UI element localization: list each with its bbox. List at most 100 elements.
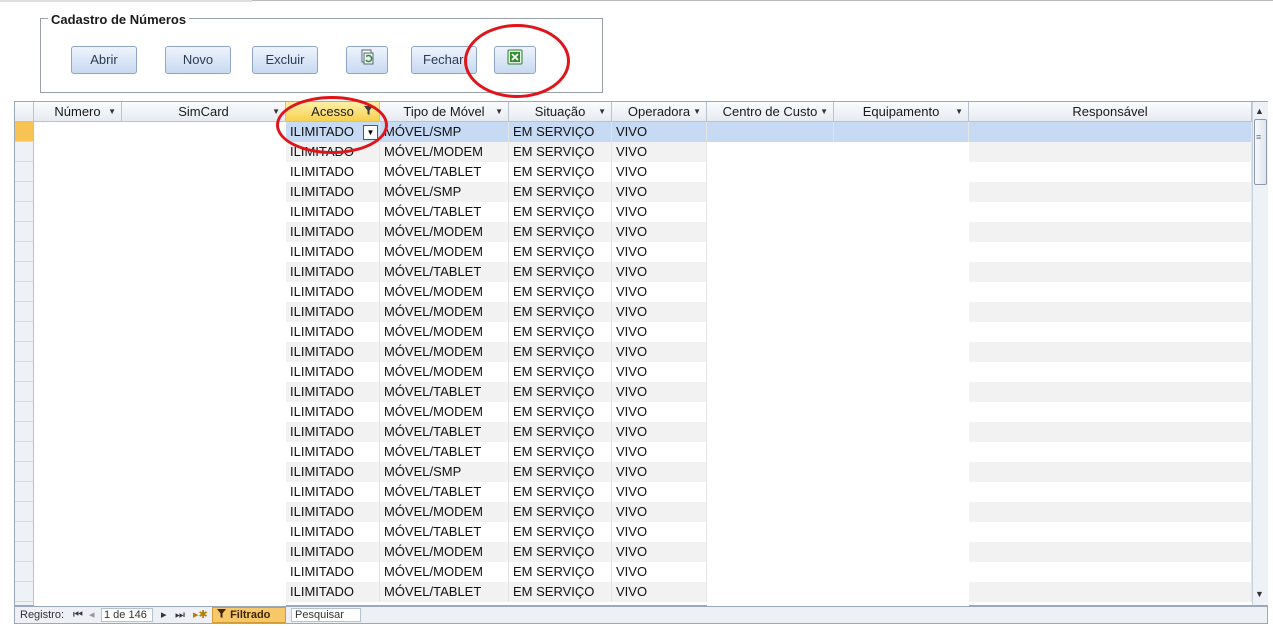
cell-responsavel[interactable] (969, 502, 1252, 522)
cell-responsavel[interactable] (969, 462, 1252, 482)
cell-tipo[interactable]: MÓVEL/TABLET (380, 422, 509, 442)
cell-tipo[interactable]: MÓVEL/MODEM (380, 502, 509, 522)
cell-acesso[interactable]: ILIMITADO (286, 402, 380, 422)
record-selector[interactable] (15, 182, 34, 202)
cell-situacao[interactable]: EM SERVIÇO (509, 462, 612, 482)
cell-acesso[interactable]: ILIMITADO (286, 582, 380, 602)
chevron-down-icon[interactable]: ▼ (693, 102, 701, 121)
cell-operadora[interactable]: VIVO (612, 122, 707, 142)
cell-situacao[interactable]: EM SERVIÇO (509, 542, 612, 562)
cell-operadora[interactable]: VIVO (612, 242, 707, 262)
cell-responsavel[interactable] (969, 242, 1252, 262)
cell-responsavel[interactable] (969, 522, 1252, 542)
cell-tipo[interactable]: MÓVEL/MODEM (380, 282, 509, 302)
excluir-button[interactable]: Excluir (252, 46, 318, 74)
cell-operadora[interactable]: VIVO (612, 402, 707, 422)
cell-acesso[interactable]: ILIMITADO (286, 482, 380, 502)
column-header-numero[interactable]: Número ▼ (34, 102, 122, 122)
cell-operadora[interactable]: VIVO (612, 222, 707, 242)
record-selector[interactable] (15, 302, 34, 322)
cell-acesso[interactable]: ILIMITADO (286, 202, 380, 222)
cell-responsavel[interactable] (969, 222, 1252, 242)
cell-tipo[interactable]: MÓVEL/MODEM (380, 562, 509, 582)
cell-tipo[interactable]: MÓVEL/TABLET (380, 162, 509, 182)
chevron-down-icon[interactable]: ▼ (955, 102, 963, 121)
record-selector[interactable] (15, 582, 34, 602)
cell-tipo[interactable]: MÓVEL/TABLET (380, 442, 509, 462)
cell-responsavel[interactable] (969, 202, 1252, 222)
cell-responsavel[interactable] (969, 402, 1252, 422)
cell-acesso[interactable]: ILIMITADO (286, 262, 380, 282)
record-selector[interactable] (15, 502, 34, 522)
chevron-down-icon[interactable]: ▼ (820, 102, 828, 121)
scroll-up-icon[interactable]: ▲ (1255, 106, 1264, 116)
cell-situacao[interactable]: EM SERVIÇO (509, 282, 612, 302)
cell-acesso[interactable]: ILIMITADO (286, 522, 380, 542)
cell-responsavel[interactable] (969, 322, 1252, 342)
scroll-thumb[interactable] (1254, 119, 1267, 185)
cell-tipo[interactable]: MÓVEL/TABLET (380, 202, 509, 222)
column-header-equipamento[interactable]: Equipamento ▼ (834, 102, 969, 122)
cell-responsavel[interactable] (969, 282, 1252, 302)
cell-tipo[interactable]: MÓVEL/TABLET (380, 262, 509, 282)
cell-situacao[interactable]: EM SERVIÇO (509, 302, 612, 322)
cell-tipo[interactable]: MÓVEL/SMP (380, 462, 509, 482)
cell-situacao[interactable]: EM SERVIÇO (509, 482, 612, 502)
cell-acesso[interactable]: ILIMITADO (286, 302, 380, 322)
cell-operadora[interactable]: VIVO (612, 562, 707, 582)
cell-operadora[interactable]: VIVO (612, 142, 707, 162)
cell-situacao[interactable]: EM SERVIÇO (509, 322, 612, 342)
cell-acesso[interactable]: ILIMITADO (286, 442, 380, 462)
cell-acesso[interactable]: ILIMITADO (286, 362, 380, 382)
cell-responsavel[interactable] (969, 302, 1252, 322)
cell-responsavel[interactable] (969, 142, 1252, 162)
cell-tipo[interactable]: MÓVEL/TABLET (380, 382, 509, 402)
record-selector[interactable] (15, 362, 34, 382)
cell-acesso[interactable]: ILIMITADO (286, 562, 380, 582)
cell-operadora[interactable]: VIVO (612, 582, 707, 602)
cell-situacao[interactable]: EM SERVIÇO (509, 182, 612, 202)
cell-acesso[interactable]: ILIMITADO (286, 282, 380, 302)
column-header-operadora[interactable]: Operadora ▼ (612, 102, 707, 122)
record-selector[interactable] (15, 462, 34, 482)
cell-responsavel[interactable] (969, 262, 1252, 282)
record-selector[interactable] (15, 342, 34, 362)
cell-operadora[interactable]: VIVO (612, 542, 707, 562)
cell-responsavel[interactable] (969, 122, 1252, 142)
column-header-simcard[interactable]: SimCard ▼ (122, 102, 286, 122)
cell-operadora[interactable]: VIVO (612, 162, 707, 182)
cell-tipo[interactable]: MÓVEL/SMP (380, 122, 509, 142)
cell-tipo[interactable]: MÓVEL/MODEM (380, 542, 509, 562)
cell-operadora[interactable]: VIVO (612, 262, 707, 282)
record-selector[interactable] (15, 202, 34, 222)
record-selector[interactable] (15, 322, 34, 342)
column-header-tipo-de-movel[interactable]: Tipo de Móvel ▼ (380, 102, 509, 122)
cell-tipo[interactable]: MÓVEL/MODEM (380, 402, 509, 422)
cell-tipo[interactable]: MÓVEL/MODEM (380, 322, 509, 342)
cell-situacao[interactable]: EM SERVIÇO (509, 442, 612, 462)
cell-operadora[interactable]: VIVO (612, 422, 707, 442)
cell-acesso[interactable]: ILIMITADO (286, 342, 380, 362)
cell-situacao[interactable]: EM SERVIÇO (509, 342, 612, 362)
cell-situacao[interactable]: EM SERVIÇO (509, 242, 612, 262)
cell-acesso[interactable]: ILIMITADO (286, 502, 380, 522)
cell-operadora[interactable]: VIVO (612, 342, 707, 362)
record-selector[interactable] (15, 562, 34, 582)
cell-situacao[interactable]: EM SERVIÇO (509, 362, 612, 382)
record-selector[interactable] (15, 382, 34, 402)
cell-responsavel[interactable] (969, 362, 1252, 382)
cell-responsavel[interactable] (969, 582, 1252, 602)
cell-responsavel[interactable] (969, 482, 1252, 502)
cell-operadora[interactable]: VIVO (612, 482, 707, 502)
last-record-icon[interactable]: ⏭ (175, 608, 185, 622)
cell-situacao[interactable]: EM SERVIÇO (509, 422, 612, 442)
cell-tipo[interactable]: MÓVEL/TABLET (380, 582, 509, 602)
cell-responsavel[interactable] (969, 542, 1252, 562)
chevron-down-icon[interactable]: ▼ (598, 102, 606, 121)
cell-operadora[interactable]: VIVO (612, 382, 707, 402)
cell-responsavel[interactable] (969, 342, 1252, 362)
cell-tipo[interactable]: MÓVEL/MODEM (380, 342, 509, 362)
scroll-down-icon[interactable]: ▼ (1255, 589, 1264, 599)
column-header-responsavel[interactable]: Responsável (969, 102, 1252, 122)
cell-responsavel[interactable] (969, 382, 1252, 402)
